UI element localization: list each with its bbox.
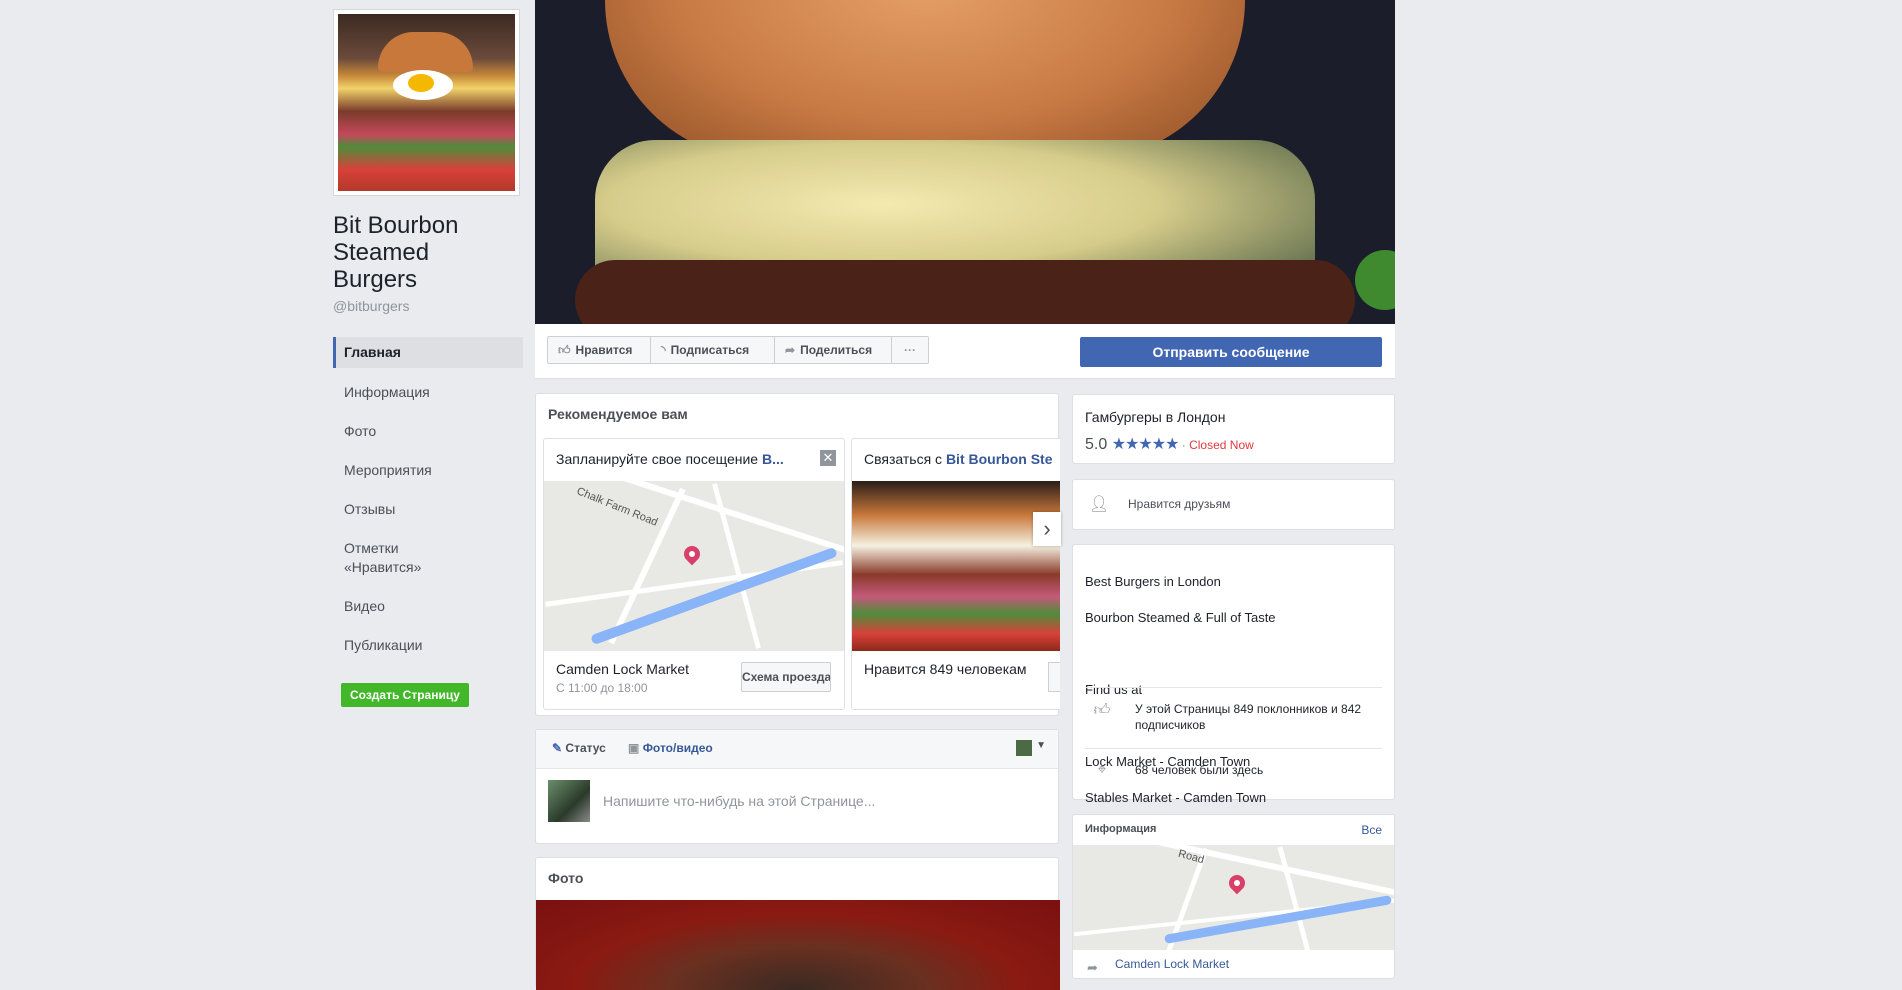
map-pin-icon bbox=[680, 542, 704, 566]
map-street-label: Chalk Farm Road bbox=[574, 485, 660, 529]
photo-video-tab-label: Фото/видео bbox=[642, 741, 713, 755]
photo-video-tab[interactable]: ▣ Фото/видео bbox=[628, 741, 713, 755]
contact-card-title-text: Связаться с bbox=[864, 451, 946, 467]
photos-title: Фото bbox=[548, 870, 584, 886]
contact-card-button[interactable] bbox=[1048, 662, 1060, 692]
plan-visit-card[interactable]: Запланируйте свое посещение B... ✕ Chalk… bbox=[543, 438, 845, 710]
chevron-right-icon[interactable]: › bbox=[1033, 512, 1061, 546]
about-panel: Best Burgers in London Bourbon Steamed &… bbox=[1072, 544, 1395, 805]
status-tab-label: Статус bbox=[565, 741, 606, 755]
map-thumbnail[interactable]: Chalk Farm Road bbox=[544, 481, 844, 651]
map-pin-icon bbox=[1225, 871, 1249, 895]
rating-row[interactable]: 5.0 ★★★★★ · Closed Now bbox=[1085, 434, 1254, 454]
description-line: Stables Market - Camden Town bbox=[1085, 790, 1267, 805]
likes-count: Нравится 849 человекам bbox=[864, 661, 1027, 677]
nav-item-photos[interactable]: Фото bbox=[333, 416, 445, 447]
follow-button-label: Подписаться bbox=[670, 343, 750, 357]
category-link[interactable]: Гамбургеры в Лондон bbox=[1085, 409, 1225, 425]
page-username[interactable]: @bitburgers bbox=[333, 298, 409, 314]
thumbs-up-icon: 👍︎ bbox=[558, 342, 571, 357]
send-message-button[interactable]: Отправить сообщение bbox=[1080, 337, 1382, 367]
place-name: Camden Lock Market bbox=[556, 661, 690, 677]
friends-like-panel[interactable]: 👤︎ Нравится друзьям bbox=[1072, 479, 1395, 530]
status-separator: · bbox=[1178, 438, 1190, 452]
contact-card-image[interactable] bbox=[852, 481, 1060, 651]
description-line: Bourbon Steamed & Full of Taste bbox=[1085, 610, 1276, 625]
star-rating-icon: ★★★★★ bbox=[1111, 436, 1180, 453]
profile-burger-image bbox=[338, 14, 515, 191]
description-line: Best Burgers in London bbox=[1085, 574, 1221, 589]
fans-count: У этой Страницы 849 поклонников и 842 по… bbox=[1135, 702, 1362, 732]
cover-lettuce bbox=[1355, 250, 1395, 310]
divider bbox=[1085, 687, 1382, 688]
contact-card-title-page: Bit Bourbon Ste bbox=[945, 451, 1053, 467]
divider bbox=[1085, 748, 1382, 749]
like-button-label: Нравится bbox=[575, 343, 633, 357]
status-tab[interactable]: ✎ Статус bbox=[552, 741, 606, 755]
page-description: Best Burgers in London Bourbon Steamed &… bbox=[1085, 555, 1276, 825]
close-icon[interactable]: ✕ bbox=[820, 450, 836, 466]
friends-like-text: Нравится друзьям bbox=[1128, 497, 1231, 511]
composer-input[interactable]: Напишите что-нибудь на этой Странице... bbox=[603, 793, 875, 809]
nav-item-info[interactable]: Информация bbox=[333, 377, 445, 408]
share-arrow-icon: ➦ bbox=[785, 343, 796, 357]
category-rating-panel: Гамбургеры в Лондон 5.0 ★★★★★ · Closed N… bbox=[1072, 394, 1395, 464]
camera-icon: ▣ bbox=[628, 741, 640, 755]
checkins-count: 68 человек были здесь bbox=[1135, 763, 1264, 777]
photo-thumbnail[interactable] bbox=[536, 900, 1060, 990]
contact-page-card[interactable]: Связаться с Bit Bourbon Ste Нравится 849… bbox=[851, 438, 1060, 710]
follow-button[interactable]: ◝ Подписаться bbox=[650, 336, 775, 364]
recommended-title: Рекомендуемое вам bbox=[548, 406, 688, 422]
more-options-button[interactable]: ··· bbox=[891, 336, 929, 364]
recommended-panel: Рекомендуемое вам Запланируйте свое посе… bbox=[535, 393, 1061, 716]
share-button[interactable]: ➦ Поделиться bbox=[774, 336, 892, 364]
avatar bbox=[548, 780, 590, 822]
rss-icon: ◝ bbox=[661, 343, 666, 357]
pencil-icon: ✎ bbox=[552, 741, 563, 755]
rating-value: 5.0 bbox=[1085, 436, 1108, 453]
nav-item-reviews[interactable]: Отзывы bbox=[333, 494, 445, 525]
nav-item-videos[interactable]: Видео bbox=[333, 591, 445, 622]
info-place-link[interactable]: Camden Lock Market bbox=[1115, 957, 1229, 971]
photos-panel: Фото bbox=[535, 857, 1060, 990]
page-navigation: Главная Информация Фото Мероприятия Отзы… bbox=[333, 337, 523, 669]
plan-visit-title-page: B... bbox=[761, 451, 784, 467]
nav-item-events[interactable]: Мероприятия bbox=[333, 455, 445, 486]
cover-patty bbox=[575, 260, 1355, 324]
like-button[interactable]: 👍︎ Нравится bbox=[547, 336, 651, 364]
profile-photo[interactable] bbox=[333, 9, 520, 196]
page-action-bar: 👍︎ Нравится ◝ Подписаться ➦ Поделиться ·… bbox=[535, 324, 1395, 379]
add-friend-icon: 👤︎ bbox=[1089, 496, 1110, 513]
plan-visit-title: Запланируйте свое посещение B... bbox=[544, 439, 844, 481]
cover-bun bbox=[605, 0, 1245, 160]
thumbs-up-icon: 👍︎ bbox=[1093, 702, 1111, 719]
info-title: Информация bbox=[1085, 823, 1157, 835]
composer-tabs: ✎ Статус ▣ Фото/видео ▼ bbox=[536, 730, 1058, 769]
nav-item-posts[interactable]: Публикации bbox=[333, 630, 445, 661]
open-status: Closed Now bbox=[1189, 438, 1254, 452]
info-map[interactable]: Road bbox=[1073, 845, 1394, 950]
posting-as-avatar[interactable] bbox=[1016, 740, 1032, 756]
cover-photo[interactable] bbox=[535, 0, 1395, 324]
contact-card-title: Связаться с Bit Bourbon Ste bbox=[852, 439, 1060, 481]
place-hours: С 11:00 до 18:00 bbox=[556, 681, 648, 695]
info-panel: Информация Все Road ➦ Camden Lock Market bbox=[1072, 814, 1395, 979]
location-pin-icon: ⌖ bbox=[1097, 761, 1107, 778]
post-composer: ✎ Статус ▣ Фото/видео ▼ Напишите что-ниб… bbox=[535, 729, 1059, 844]
page-title: Bit Bourbon Steamed Burgers bbox=[333, 212, 459, 293]
directions-button[interactable]: Схема проезда bbox=[741, 662, 831, 692]
description-line: Find us at bbox=[1085, 682, 1143, 697]
share-button-label: Поделиться bbox=[800, 343, 873, 357]
create-page-button[interactable]: Создать Страницу bbox=[341, 683, 469, 707]
nav-item-home[interactable]: Главная bbox=[333, 337, 523, 368]
info-see-all-link[interactable]: Все bbox=[1361, 823, 1382, 837]
nav-item-likes[interactable]: Отметки «Нравится» bbox=[333, 533, 445, 583]
chevron-down-icon[interactable]: ▼ bbox=[1036, 740, 1046, 751]
plan-visit-title-text: Запланируйте свое посещение bbox=[556, 451, 762, 467]
